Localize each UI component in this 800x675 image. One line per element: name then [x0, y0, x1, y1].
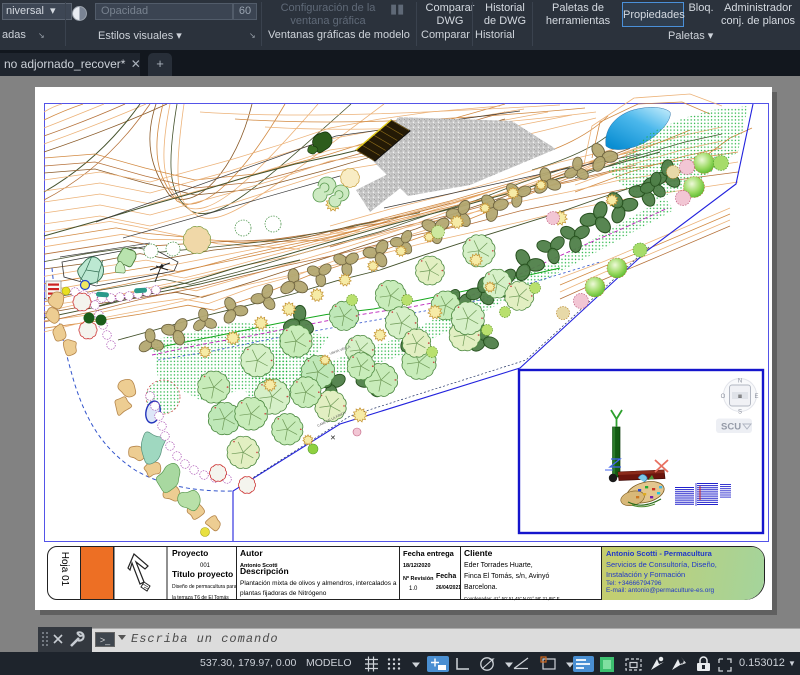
svg-text:▦: ▦ [738, 394, 743, 399]
svg-text:SCU: SCU [721, 422, 741, 433]
svg-text:E: E [754, 394, 758, 400]
svg-text:✕: ✕ [330, 435, 336, 442]
svg-text:N: N [738, 379, 742, 385]
svg-text:S: S [738, 410, 742, 416]
svg-text:O: O [721, 394, 726, 400]
